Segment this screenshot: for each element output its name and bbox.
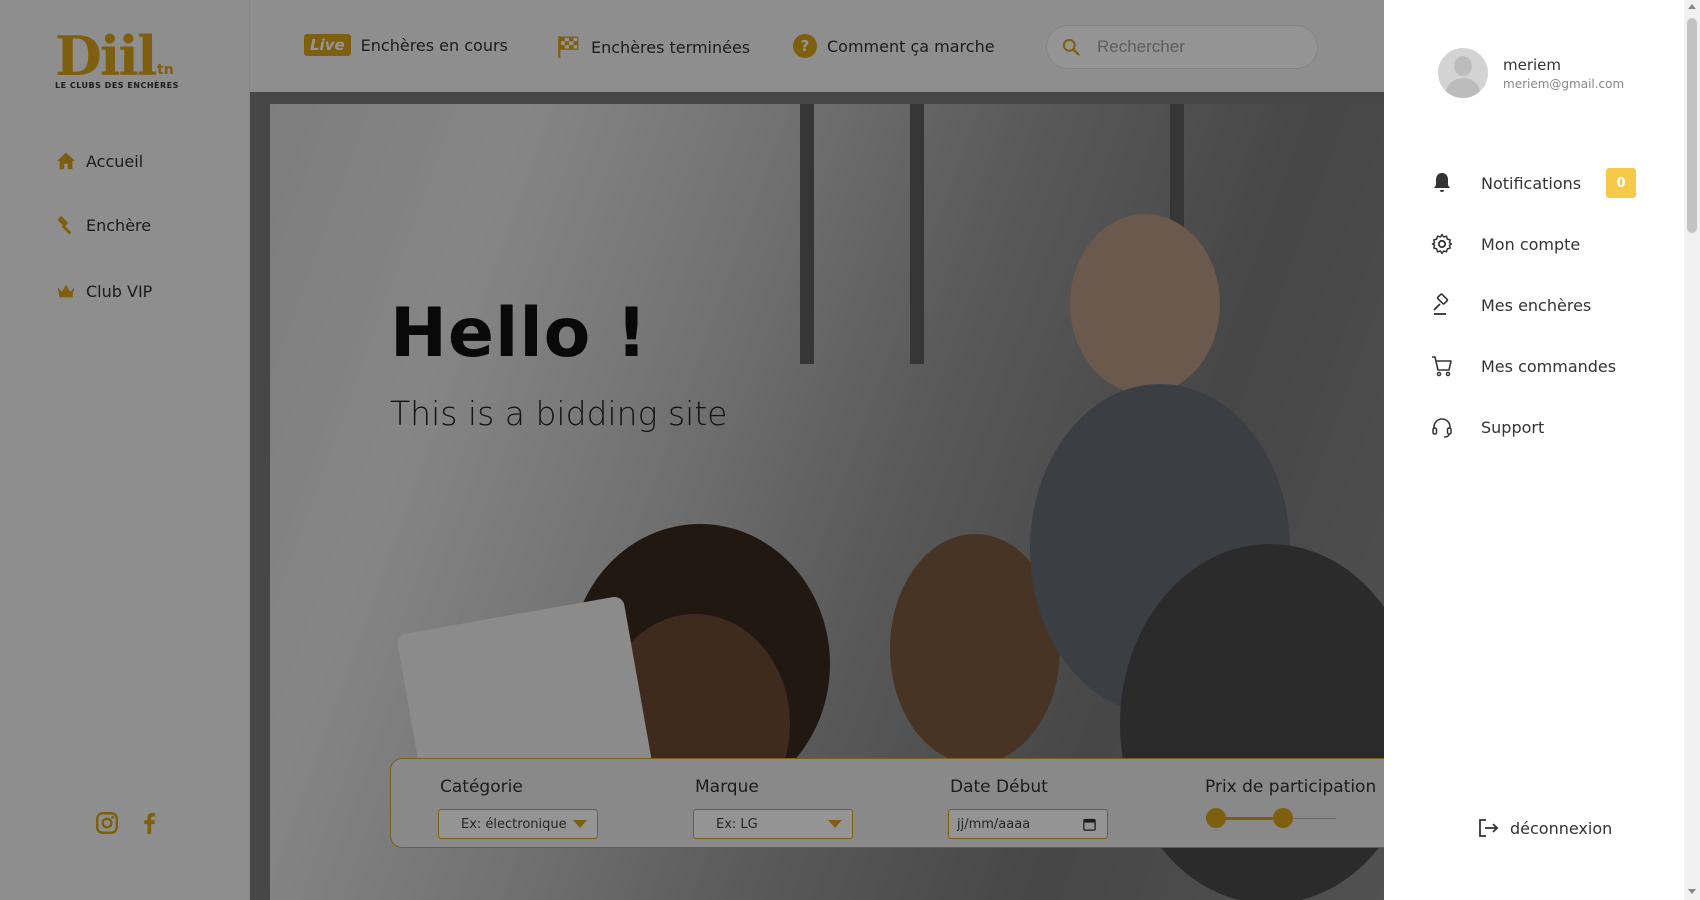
scroll-thumb[interactable]: [1687, 18, 1697, 233]
user-drawer: meriem meriem@gmail.com Notifications 0 …: [1384, 0, 1684, 900]
menu-item-label: Mes commandes: [1481, 356, 1617, 376]
menu-item-account[interactable]: Mon compte: [1430, 232, 1580, 256]
headset-icon: [1432, 418, 1452, 438]
logout-button[interactable]: déconnexion: [1476, 816, 1612, 840]
modal-backdrop[interactable]: [0, 0, 1384, 900]
menu-item-label: Notifications: [1481, 173, 1582, 193]
page-scrollbar[interactable]: [1684, 0, 1700, 900]
logout-label: déconnexion: [1510, 818, 1613, 838]
menu-item-notifications[interactable]: Notifications: [1430, 171, 1581, 195]
gavel-icon: [1433, 293, 1449, 315]
user-name: meriem: [1503, 56, 1562, 74]
menu-item-label: Mes enchères: [1481, 295, 1592, 315]
user-email: meriem@gmail.com: [1503, 77, 1625, 91]
gear-icon: [1431, 233, 1453, 255]
bell-icon: [1434, 173, 1450, 192]
menu-item-my-auctions[interactable]: Mes enchères: [1430, 293, 1591, 317]
notification-count-badge: 0: [1606, 168, 1636, 198]
menu-item-label: Support: [1481, 417, 1545, 437]
scroll-down-arrow[interactable]: [1688, 889, 1696, 894]
menu-item-support[interactable]: Support: [1430, 415, 1544, 439]
cart-icon: [1432, 356, 1452, 377]
menu-item-label: Mon compte: [1481, 234, 1581, 254]
menu-item-my-orders[interactable]: Mes commandes: [1430, 354, 1616, 378]
scroll-up-arrow[interactable]: [1688, 4, 1696, 9]
avatar: [1438, 48, 1488, 98]
logout-icon: [1479, 819, 1499, 837]
